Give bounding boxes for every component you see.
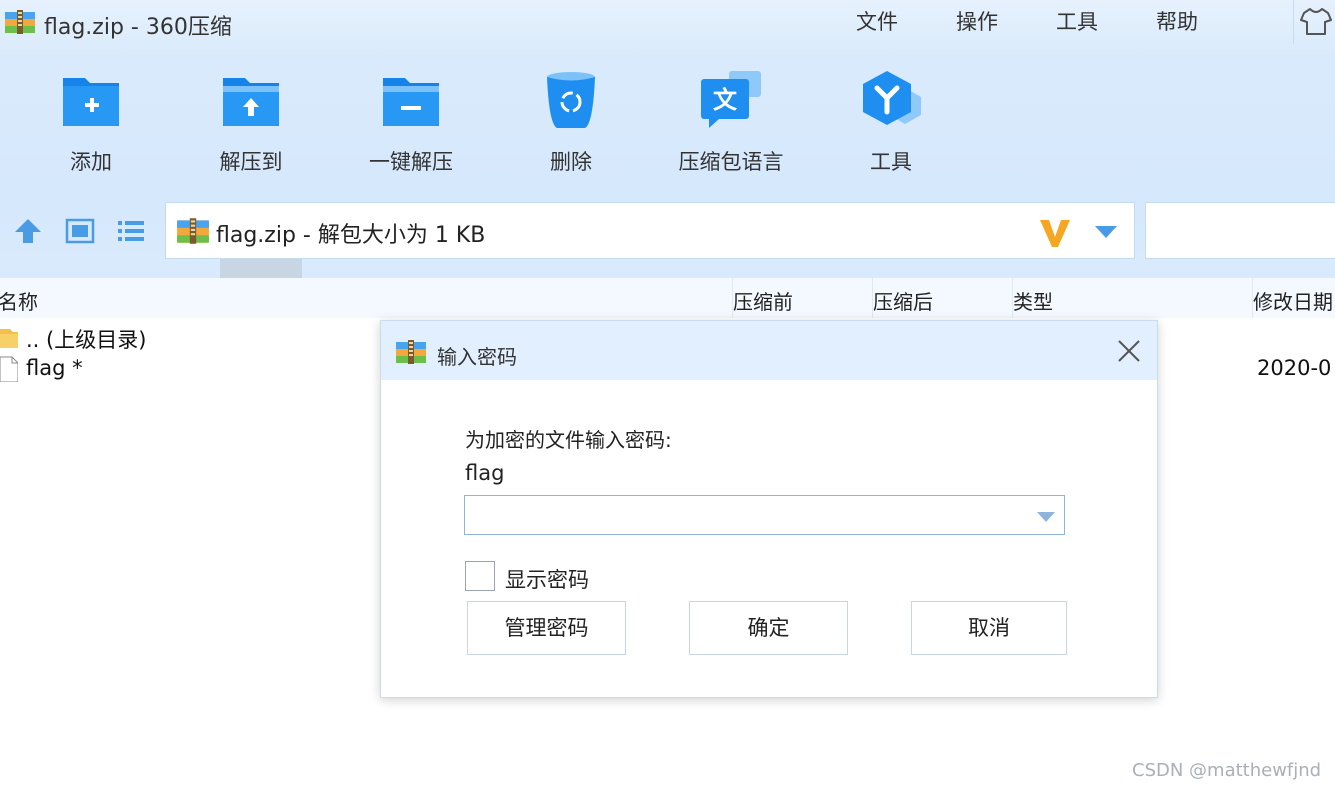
file-icon (0, 356, 18, 382)
svg-text:文: 文 (713, 86, 738, 114)
window-title: flag.zip - 360压缩 (44, 15, 232, 40)
menu-help[interactable]: 帮助 (1156, 6, 1198, 36)
list-item-date: 2020-0 (1257, 356, 1332, 380)
menu-operate[interactable]: 操作 (956, 6, 998, 36)
column-size-after[interactable]: 压缩后 (873, 286, 933, 315)
title-bar: flag.zip - 360压缩 文件 操作 工具 帮助 (0, 0, 1335, 44)
folder-one-click-icon (383, 78, 439, 126)
extract-to-label: 解压到 (219, 150, 283, 174)
dialog-title: 输入密码 (437, 345, 517, 369)
tools-hexagon-icon (863, 71, 921, 125)
archive-language-label: 压缩包语言 (678, 150, 784, 174)
manage-passwords-button[interactable]: 管理密码 (467, 601, 626, 655)
show-password-label[interactable]: 显示密码 (505, 564, 589, 594)
chevron-down-icon[interactable] (1094, 225, 1118, 239)
menu-file[interactable]: 文件 (856, 6, 898, 36)
ok-button[interactable]: 确定 (689, 601, 848, 655)
password-input[interactable] (465, 496, 1025, 534)
column-size-before[interactable]: 压缩前 (733, 286, 793, 315)
column-type[interactable]: 类型 (1013, 286, 1053, 315)
language-icon: 文 (701, 71, 761, 128)
app-chrome: flag.zip - 360压缩 文件 操作 工具 帮助 添加 解压到 一键解压… (0, 0, 1335, 278)
list-view-icon[interactable] (116, 216, 146, 246)
password-dialog: 输入密码 为加密的文件输入密码: flag 显示密码 管理密码 确定 取消 (380, 320, 1158, 698)
address-bar[interactable]: flag.zip - 解包大小为 1 KB (165, 202, 1135, 259)
folder-icon (0, 329, 18, 348)
menu-tools[interactable]: 工具 (1056, 6, 1098, 36)
address-text: flag.zip - 解包大小为 1 KB (216, 223, 486, 248)
password-combobox[interactable] (464, 495, 1065, 535)
zip-archive-icon (5, 10, 35, 34)
encrypted-file-name: flag (465, 461, 505, 485)
extract-to-button[interactable]: 解压到 (186, 70, 316, 180)
list-item-name: flag * (26, 356, 83, 380)
recycle-bin-icon (547, 72, 595, 128)
delete-button[interactable]: 删除 (506, 70, 636, 180)
up-arrow-icon[interactable] (13, 216, 43, 246)
column-name[interactable]: 名称 (0, 286, 38, 315)
add-label: 添加 (70, 150, 112, 174)
chevron-down-icon[interactable] (1036, 511, 1056, 523)
tools-button[interactable]: 工具 (826, 70, 956, 180)
one-click-extract-label: 一键解压 (369, 150, 453, 174)
delete-label: 删除 (550, 150, 592, 174)
thumbnail-view-icon[interactable] (65, 216, 95, 246)
archive-language-button[interactable]: 文 压缩包语言 (666, 70, 796, 180)
folder-extract-icon (223, 78, 279, 126)
zip-archive-icon (177, 218, 209, 244)
skin-tshirt-icon[interactable] (1300, 6, 1332, 36)
folder-add-icon (63, 78, 119, 126)
show-password-checkbox[interactable] (465, 561, 495, 591)
password-prompt: 为加密的文件输入密码: (465, 428, 672, 452)
list-item-name: .. (上级目录) (26, 328, 147, 352)
tools-label: 工具 (870, 150, 912, 174)
column-header: 名称 压缩前 压缩后 类型 修改日期 (0, 278, 1335, 318)
v-brand-icon[interactable] (1038, 217, 1072, 249)
add-button[interactable]: 添加 (26, 70, 156, 180)
menu-divider (1293, 0, 1294, 44)
toolbar-divider (220, 259, 302, 278)
watermark: CSDN @matthewfjnd (1132, 760, 1322, 781)
dialog-title-bar[interactable]: 输入密码 (381, 321, 1157, 380)
cancel-button[interactable]: 取消 (911, 601, 1067, 655)
search-input[interactable] (1145, 202, 1335, 259)
zip-archive-icon (396, 340, 426, 364)
one-click-extract-button[interactable]: 一键解压 (346, 70, 476, 180)
column-modified[interactable]: 修改日期 (1253, 286, 1333, 315)
close-icon[interactable] (1116, 338, 1142, 364)
